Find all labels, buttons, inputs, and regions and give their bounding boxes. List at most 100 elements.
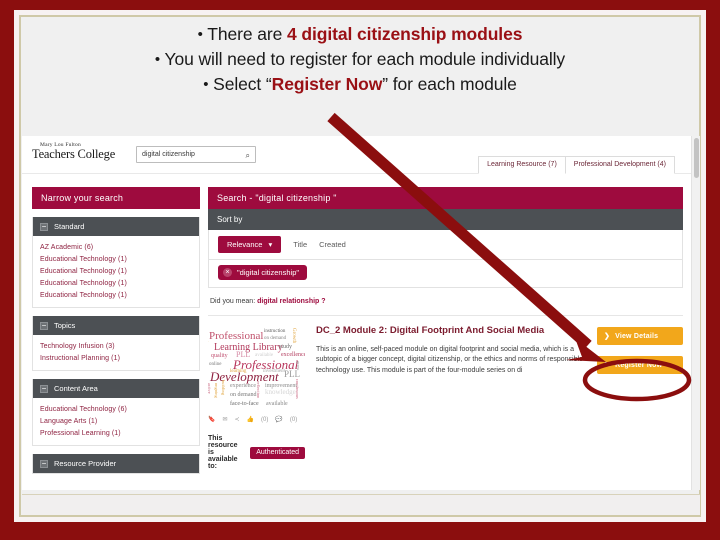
facet-item[interactable]: Professional Learning (1) (40, 427, 192, 439)
share-icon[interactable]: ≺ (235, 416, 240, 423)
chevron-right-icon: ❯ (604, 333, 611, 340)
facet-item[interactable]: Educational Technology (1) (40, 253, 192, 265)
bullet-1-highlight: 4 digital citizenship modules (287, 24, 523, 44)
sort-relevance-dropdown[interactable]: Relevance ▾ (218, 236, 282, 253)
site-header: Mary Lou Fulton Teachers College digital… (22, 136, 691, 174)
sort-option-title[interactable]: Title (293, 240, 307, 249)
facet-standard-label: Standard (54, 222, 85, 231)
bullet-2-prefix: You will need to register for each modul… (164, 48, 566, 69)
embedded-browser-screenshot: Mary Lou Fulton Teachers College digital… (22, 136, 700, 490)
logo-line-2: Teachers College (32, 147, 116, 161)
chevron-down-icon[interactable]: ▾ (268, 240, 272, 249)
facet-content-area: − Content Area Educational Technology (6… (32, 379, 200, 446)
result-item: Professional instruction on demand Growt… (208, 315, 683, 470)
bullet-item-1: • There are 4 digital citizenship module… (19, 22, 701, 47)
facet-topics-label: Topics (54, 321, 76, 330)
facet-sidebar: Narrow your search − Standard AZ Academi… (32, 187, 200, 482)
comment-count: (0) (289, 416, 298, 423)
bullet-item-3: • Select “Register Now” for each module (19, 72, 701, 97)
facet-topics-items: Technology Infusion (3) Instructional Pl… (33, 335, 199, 370)
availability-row: This resource is available to: Authentic… (208, 435, 305, 470)
tab-professional-development[interactable]: Professional Development (4) (564, 156, 675, 174)
active-filter-label: "digital citizenship" (237, 268, 300, 277)
result-type-tabs: Learning Resource (7) Professional Devel… (478, 156, 675, 174)
vertical-scrollbar[interactable] (691, 136, 700, 490)
view-details-label: View Details (615, 332, 659, 340)
active-filter-chip[interactable]: × "digital citizenship" (218, 265, 308, 280)
screenshot-viewport: Mary Lou Fulton Teachers College digital… (22, 136, 691, 490)
tab-learning-resource[interactable]: Learning Resource (7) (478, 156, 566, 174)
bullet-1-prefix: There are (207, 24, 287, 44)
sidebar-title: Narrow your search (32, 187, 200, 209)
search-input[interactable]: digital citizenship ⌕ (136, 146, 256, 163)
status-badge: Authenticated (250, 446, 305, 459)
bullet-marker: • (203, 75, 209, 93)
result-description: This is an online, self-paced module on … (316, 345, 583, 374)
facet-item[interactable]: Educational Technology (1) (40, 289, 192, 301)
result-social-actions: 🔖 ✉ ≺ 👍 (0) 💬 (0) (208, 416, 305, 424)
facet-standard-items: AZ Academic (6) Educational Technology (… (33, 236, 199, 307)
bullet-marker: • (197, 26, 203, 43)
sort-option-created[interactable]: Created (319, 240, 346, 249)
site-logo[interactable]: Mary Lou Fulton Teachers College (32, 142, 130, 161)
facet-topics: − Topics Technology Infusion (3) Instruc… (32, 316, 200, 371)
bullet-3-prefix: Select “ (213, 73, 272, 94)
comment-icon[interactable]: 💬 (275, 416, 282, 423)
minus-icon[interactable]: − (40, 459, 48, 468)
minus-icon[interactable]: − (40, 222, 48, 231)
facet-resource-provider: − Resource Provider (32, 454, 200, 474)
close-circle-icon[interactable]: × (223, 268, 232, 277)
results-column: Search - "digital citizenship " Sort by … (208, 187, 683, 470)
sort-controls: Relevance ▾ Title Created (208, 230, 683, 260)
bullet-list: • There are 4 digital citizenship module… (19, 22, 701, 97)
facet-content-area-items: Educational Technology (6) Language Arts… (33, 398, 199, 445)
result-thumbnail-wordcloud[interactable]: Professional instruction on demand Growt… (208, 325, 305, 411)
minus-icon[interactable]: − (40, 384, 48, 393)
facet-item[interactable]: Language Arts (1) (40, 415, 192, 427)
result-actions: ❯ View Details ✎ Register Now (597, 325, 683, 470)
facet-standard: − Standard AZ Academic (6) Educational T… (32, 217, 200, 308)
thumbs-up-icon[interactable]: 👍 (247, 416, 254, 423)
facet-item[interactable]: AZ Academic (6) (40, 241, 192, 253)
facet-content-area-label: Content Area (54, 384, 98, 393)
did-you-mean-term[interactable]: digital relationship ? (257, 298, 325, 305)
facet-content-area-header[interactable]: − Content Area (33, 379, 199, 398)
result-main: DC_2 Module 2: Digital Footprint And Soc… (316, 325, 586, 470)
bullet-item-2: • You will need to register for each mod… (19, 47, 701, 72)
like-count: (0) (261, 416, 269, 423)
sort-by-label: Sort by (208, 209, 683, 230)
bullet-3-highlight: Register Now (271, 73, 383, 94)
active-filters: × "digital citizenship" (208, 260, 683, 288)
scrollbar-thumb[interactable] (694, 138, 699, 178)
slide: • There are 4 digital citizenship module… (0, 0, 720, 540)
facet-resource-provider-label: Resource Provider (54, 459, 117, 468)
facet-item[interactable]: Educational Technology (1) (40, 265, 192, 277)
bullet-3-suffix: ” for each module (382, 73, 517, 94)
bullet-marker: • (154, 50, 161, 68)
search-input-value: digital citizenship (142, 151, 195, 158)
facet-resource-provider-header[interactable]: − Resource Provider (33, 454, 199, 473)
results-header: Search - "digital citizenship " (208, 187, 683, 209)
envelope-icon[interactable]: ✉ (222, 416, 227, 423)
facet-item[interactable]: Educational Technology (1) (40, 277, 192, 289)
result-thumbnail-block: Professional instruction on demand Growt… (208, 325, 305, 470)
facet-item[interactable]: Technology Infusion (3) (40, 340, 192, 352)
facet-item[interactable]: Educational Technology (6) (40, 403, 192, 415)
sort-relevance-label: Relevance (227, 240, 263, 249)
pencil-icon: ✎ (604, 362, 611, 369)
facet-item[interactable]: Instructional Planning (1) (40, 352, 192, 364)
minus-icon[interactable]: − (40, 321, 48, 330)
register-now-button[interactable]: ✎ Register Now (597, 356, 683, 374)
view-details-button[interactable]: ❯ View Details (597, 327, 683, 345)
did-you-mean: Did you mean: digital relationship ? (208, 288, 683, 315)
search-body: Narrow your search − Standard AZ Academi… (22, 174, 691, 490)
bookmark-icon[interactable]: 🔖 (208, 416, 215, 423)
did-you-mean-prefix: Did you mean: (210, 298, 256, 305)
slide-footer-strip (22, 494, 700, 515)
result-title[interactable]: DC_2 Module 2: Digital Footprint And Soc… (316, 325, 586, 338)
facet-standard-header[interactable]: − Standard (33, 217, 199, 236)
facet-topics-header[interactable]: − Topics (33, 316, 199, 335)
register-now-label: Register Now (615, 361, 663, 369)
search-icon[interactable]: ⌕ (246, 151, 250, 161)
